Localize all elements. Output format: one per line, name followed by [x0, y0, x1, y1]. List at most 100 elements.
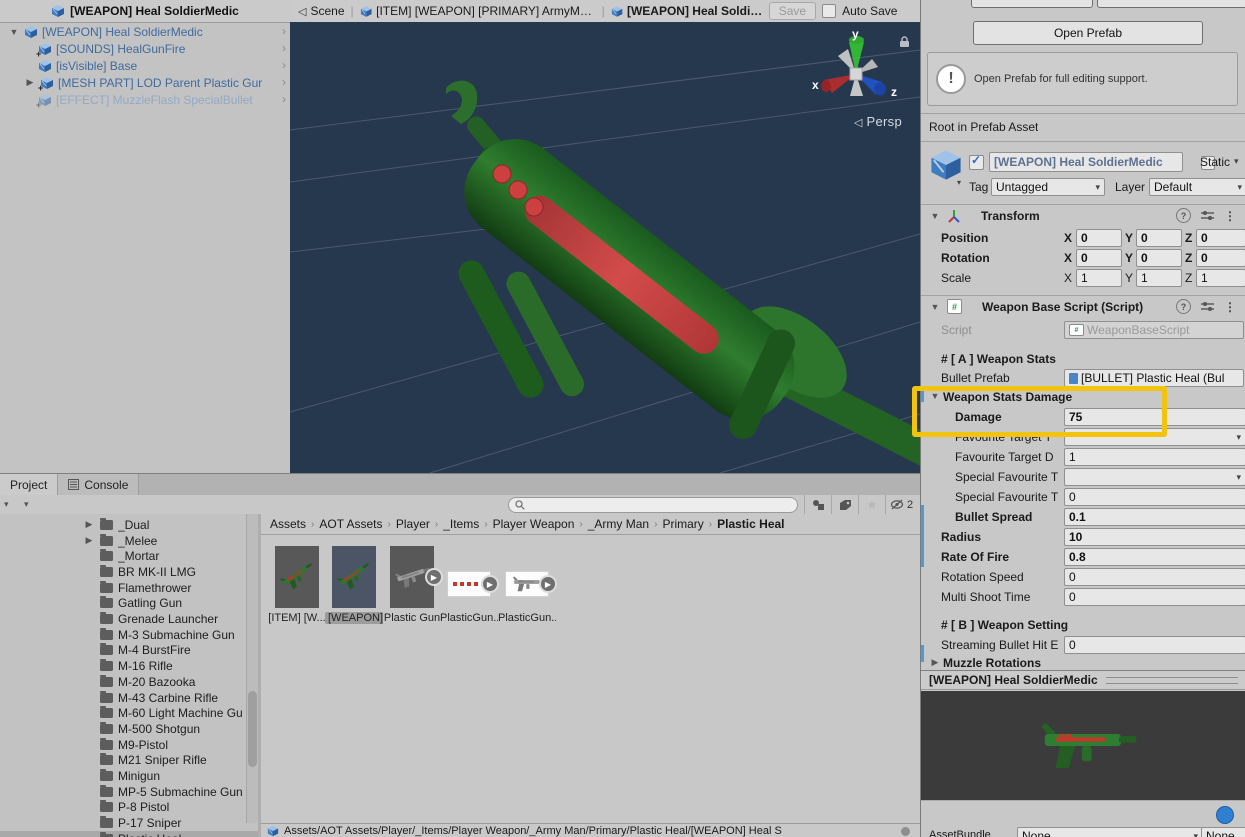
asset-item[interactable]: ▶ Plastic Gun: [383, 534, 441, 624]
bullet-spread-field[interactable]: 0.1: [1064, 508, 1245, 526]
folder-item[interactable]: BR MK-II LMG: [0, 564, 258, 580]
search-bar[interactable]: [508, 497, 798, 513]
play-badge-icon[interactable]: ▶: [539, 575, 557, 593]
expand-closed-icon[interactable]: ▶: [84, 519, 94, 530]
gameobject-name-field[interactable]: [WEAPON] Heal SoldierMedic: [989, 152, 1183, 172]
radius-field[interactable]: 10: [1064, 528, 1245, 546]
tag-dropdown[interactable]: Untagged ▾: [991, 178, 1105, 196]
folder-item[interactable]: Gatling Gun: [0, 596, 258, 612]
folder-item[interactable]: P-8 Pistol: [0, 800, 258, 816]
scale-z-field[interactable]: 1: [1196, 269, 1245, 287]
help-icon[interactable]: ?: [1176, 299, 1191, 314]
folder-item[interactable]: M-20 Bazooka: [0, 674, 258, 690]
chevron-right-icon[interactable]: ›: [282, 91, 286, 108]
folder-item[interactable]: ▶_Melee: [0, 533, 258, 549]
breadcrumb-item[interactable]: Primary: [662, 517, 703, 531]
expand-closed-icon[interactable]: ▶: [84, 535, 94, 546]
create-dropdown-caret[interactable]: ▾: [4, 499, 9, 510]
chevron-right-icon[interactable]: ›: [282, 40, 286, 57]
hierarchy-item-meshpart[interactable]: ▶ + [MESH PART] LOD Parent Plastic Gur ›: [0, 74, 290, 91]
hierarchy-item-muzzleflash[interactable]: + [EFFECT] MuzzleFlash SpecialBullet ›: [0, 91, 290, 108]
scale-y-field[interactable]: 1: [1136, 269, 1182, 287]
preview-viewport[interactable]: [921, 691, 1245, 800]
folder-item[interactable]: P-17 Sniper: [0, 815, 258, 831]
layer-dropdown[interactable]: Default ▾: [1149, 178, 1245, 196]
folder-item[interactable]: M-500 Shotgun: [0, 721, 258, 737]
assetbundle-dropdown[interactable]: None ▾: [1017, 827, 1203, 837]
help-icon[interactable]: ?: [1176, 208, 1191, 223]
hierarchy-item-sounds[interactable]: + [SOUNDS] HealGunFire ›: [0, 40, 290, 57]
asset-thumbnail[interactable]: ▶: [390, 546, 434, 608]
expand-open-icon[interactable]: ▼: [8, 27, 20, 37]
position-z-field[interactable]: 0: [1196, 229, 1245, 247]
kebab-menu-icon[interactable]: ⋮: [1224, 209, 1236, 223]
asset-item[interactable]: ▶ PlasticGun...: [498, 534, 556, 624]
foldout-open-icon[interactable]: ▼: [929, 302, 941, 312]
presets-icon[interactable]: [1201, 210, 1214, 221]
foldout-open-icon[interactable]: ▼: [929, 391, 941, 401]
lock-icon[interactable]: [899, 36, 910, 51]
folder-item[interactable]: Grenade Launcher: [0, 611, 258, 627]
chevron-right-icon[interactable]: ›: [282, 57, 286, 74]
breadcrumb-item[interactable]: Player: [396, 517, 430, 531]
filter-by-type-icon[interactable]: [804, 495, 831, 514]
position-y-field[interactable]: 0: [1136, 229, 1182, 247]
hierarchy-item-weapon-root[interactable]: ▼ [WEAPON] Heal SoldierMedic ›: [0, 23, 290, 40]
scene-orientation-gizmo[interactable]: y x z: [808, 30, 904, 117]
damage-field[interactable]: 75: [1064, 408, 1245, 426]
favourite-target-type-dropdown[interactable]: ▾: [1064, 428, 1245, 446]
static-dropdown-caret[interactable]: ▾: [1234, 156, 1239, 167]
favourite-target-damage-field[interactable]: 1: [1064, 448, 1245, 466]
folder-item[interactable]: Flamethrower: [0, 580, 258, 596]
folder-item[interactable]: M21 Sniper Rifle: [0, 753, 258, 769]
folder-item-selected[interactable]: Plastic Heal: [0, 831, 258, 837]
special-favourite-value-field[interactable]: 0: [1064, 488, 1245, 506]
asset-thumbnail[interactable]: ▶: [447, 571, 491, 597]
scene-viewport[interactable]: y x z ◁ Persp: [290, 22, 920, 473]
asset-item-selected[interactable]: [WEAPON]...: [325, 534, 383, 624]
hidden-packages-icon[interactable]: 2: [885, 495, 918, 514]
rotation-speed-field[interactable]: 0: [1064, 568, 1245, 586]
folder-item[interactable]: M-4 BurstFire: [0, 643, 258, 659]
clipped-button[interactable]: [971, 0, 1093, 8]
rate-of-fire-field[interactable]: 0.8: [1064, 548, 1245, 566]
breadcrumb-item[interactable]: Assets: [270, 517, 306, 531]
breadcrumb-item-current[interactable]: Plastic Heal: [717, 517, 784, 531]
scale-x-field[interactable]: 1: [1076, 269, 1122, 287]
open-prefab-button[interactable]: Open Prefab: [973, 21, 1203, 45]
multi-shoot-time-field[interactable]: 0: [1064, 588, 1245, 606]
folder-item[interactable]: _Mortar: [0, 548, 258, 564]
favorites-star-icon[interactable]: ★: [858, 495, 885, 514]
breadcrumb-item[interactable]: AOT Assets: [319, 517, 382, 531]
chevron-right-icon[interactable]: ›: [282, 74, 286, 91]
drag-handle[interactable]: [1106, 677, 1238, 684]
transform-header[interactable]: ▼ Transform ? ⋮: [921, 204, 1245, 226]
icon-dropdown-caret[interactable]: ▾: [957, 178, 961, 187]
folder-item[interactable]: MP-5 Submachine Gun: [0, 784, 258, 800]
filter-by-label-icon[interactable]: [831, 495, 858, 514]
preview-header[interactable]: [WEAPON] Heal SoldierMedic: [921, 670, 1245, 690]
rotation-y-field[interactable]: 0: [1136, 249, 1182, 267]
breadcrumb-item[interactable]: _Items: [443, 517, 479, 531]
chevron-right-icon[interactable]: ›: [282, 23, 286, 40]
folder-item[interactable]: M-43 Carbine Rifle: [0, 690, 258, 706]
scene-breadcrumb[interactable]: ◁ Scene: [298, 4, 345, 18]
folder-item[interactable]: Minigun: [0, 768, 258, 784]
auto-save-checkbox[interactable]: [822, 4, 836, 18]
folder-item[interactable]: ▶_Dual: [0, 517, 258, 533]
breadcrumb-item-current[interactable]: [WEAPON] Heal SoldierM: [611, 4, 763, 18]
perspective-toggle[interactable]: ◁ Persp: [854, 114, 902, 129]
position-x-field[interactable]: 0: [1076, 229, 1122, 247]
folder-item[interactable]: M-16 Rifle: [0, 658, 258, 674]
asset-item[interactable]: [ITEM] [W...: [268, 534, 326, 624]
tab-console[interactable]: Console: [58, 474, 139, 495]
asset-item[interactable]: ▶ PlasticGun...: [440, 534, 498, 624]
view-dropdown-caret[interactable]: ▾: [24, 499, 29, 510]
special-favourite-type-dropdown[interactable]: ▾: [1064, 468, 1245, 486]
search-input[interactable]: [529, 498, 791, 512]
folder-item[interactable]: M9-Pistol: [0, 737, 258, 753]
play-badge-icon[interactable]: ▶: [481, 575, 499, 593]
bullet-prefab-field[interactable]: [BULLET] Plastic Heal (Bul: [1064, 369, 1244, 387]
kebab-menu-icon[interactable]: ⋮: [1224, 300, 1236, 314]
expand-closed-icon[interactable]: ▶: [24, 77, 36, 88]
